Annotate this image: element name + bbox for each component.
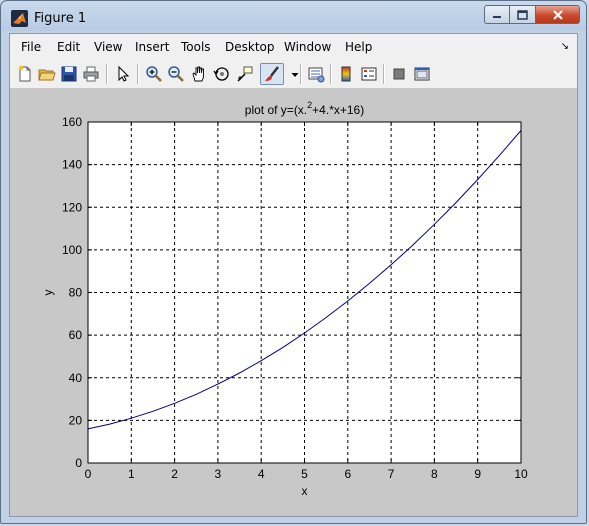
maximize-button[interactable] bbox=[510, 5, 536, 24]
dock-arrow-icon[interactable]: ↘ bbox=[561, 41, 569, 52]
hide-plot-tools-icon[interactable] bbox=[390, 65, 408, 83]
figure-client-area: File Edit View Insert Tools Desktop Wind… bbox=[9, 33, 578, 517]
x-tick-label: 6 bbox=[344, 467, 351, 481]
print-icon[interactable] bbox=[82, 65, 100, 83]
menu-help[interactable]: Help bbox=[345, 40, 372, 54]
minimize-icon bbox=[493, 15, 501, 18]
x-tick-label: 2 bbox=[171, 467, 178, 481]
menu-desktop[interactable]: Desktop bbox=[225, 40, 275, 54]
rotate-3d-icon[interactable] bbox=[213, 65, 231, 83]
x-tick-label: 8 bbox=[431, 467, 438, 481]
maximize-icon bbox=[517, 9, 528, 20]
close-icon bbox=[552, 9, 563, 20]
figure-canvas[interactable]: 0 1 2 3 4 5 6 7 8 9 10 0 20 40 60 80 100 120 140 160 plot o… bbox=[10, 89, 577, 516]
x-tick-label: 0 bbox=[85, 467, 92, 481]
y-tick-label: 160 bbox=[62, 115, 82, 129]
figure-toolbar bbox=[10, 60, 577, 89]
y-tick-label: 140 bbox=[62, 158, 82, 172]
x-tick-label: 7 bbox=[388, 467, 395, 481]
new-figure-icon[interactable] bbox=[16, 65, 34, 83]
y-axis-label: y bbox=[41, 290, 55, 296]
x-tick-label: 5 bbox=[301, 467, 308, 481]
menu-tools[interactable]: Tools bbox=[181, 40, 211, 54]
data-cursor-icon[interactable] bbox=[236, 65, 254, 83]
close-button[interactable] bbox=[536, 5, 580, 24]
y-tick-label: 80 bbox=[69, 286, 83, 300]
x-tick-label: 10 bbox=[514, 467, 528, 481]
y-tick-label: 0 bbox=[75, 456, 82, 470]
y-tick-label: 60 bbox=[69, 328, 83, 342]
minimize-button[interactable] bbox=[484, 5, 510, 24]
title-bar[interactable]: Figure 1 bbox=[1, 1, 586, 33]
x-tick-label: 4 bbox=[258, 467, 265, 481]
brush-dropdown-icon[interactable] bbox=[286, 65, 299, 83]
y-tick-label: 40 bbox=[69, 371, 83, 385]
chart-title: plot of y=(x.2+4.*x+16) bbox=[245, 100, 364, 117]
edit-plot-arrow-icon[interactable] bbox=[114, 65, 132, 83]
zoom-out-icon[interactable] bbox=[167, 65, 185, 83]
y-tick-label: 20 bbox=[69, 413, 83, 427]
show-plot-tools-icon[interactable] bbox=[413, 65, 431, 83]
x-axis-label: x bbox=[302, 484, 308, 498]
menu-window[interactable]: Window bbox=[284, 40, 331, 54]
zoom-in-icon[interactable] bbox=[145, 65, 163, 83]
menu-file[interactable]: File bbox=[21, 40, 41, 54]
menu-edit[interactable]: Edit bbox=[57, 40, 80, 54]
matlab-logo-icon bbox=[11, 10, 28, 27]
save-icon[interactable] bbox=[60, 65, 78, 83]
x-tick-label: 9 bbox=[474, 467, 481, 481]
x-tick-label: 3 bbox=[215, 467, 222, 481]
brush-icon[interactable] bbox=[263, 65, 281, 83]
figure-window: Figure 1 File Edit View Insert Tools Des… bbox=[0, 0, 587, 524]
window-title: Figure 1 bbox=[34, 11, 87, 26]
link-plot-icon[interactable] bbox=[307, 65, 325, 83]
plot-area[interactable]: 0 1 2 3 4 5 6 7 8 9 10020406080100120140160 plot o… bbox=[10, 89, 577, 516]
insert-legend-icon[interactable] bbox=[360, 65, 378, 83]
y-tick-label: 100 bbox=[62, 243, 82, 257]
insert-colorbar-icon[interactable] bbox=[337, 65, 355, 83]
menu-bar: File Edit View Insert Tools Desktop Wind… bbox=[10, 34, 577, 60]
menu-view[interactable]: View bbox=[94, 40, 122, 54]
y-tick-label: 120 bbox=[62, 200, 82, 214]
open-file-icon[interactable] bbox=[38, 65, 56, 83]
pan-hand-icon[interactable] bbox=[190, 65, 208, 83]
menu-insert[interactable]: Insert bbox=[135, 40, 169, 54]
x-tick-label: 1 bbox=[128, 467, 135, 481]
